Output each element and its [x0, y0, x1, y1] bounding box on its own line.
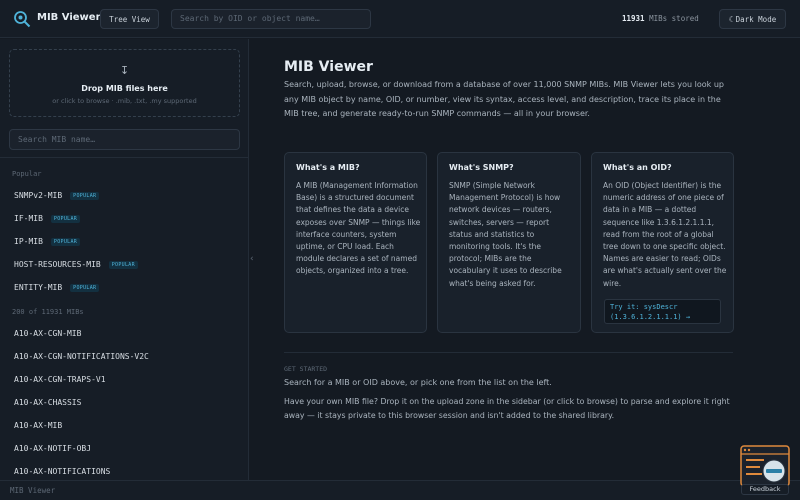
info-card-snmp: What's SNMP? SNMP (Simple Network Manage… [437, 152, 581, 333]
footer-text: MIB Viewer [10, 486, 56, 495]
tree-view-button[interactable]: Tree View [100, 9, 159, 29]
feedback-button[interactable]: Feedback [741, 484, 789, 495]
mib-count-suffix: MIBs stored [649, 14, 699, 23]
card-body: An OID (Object Identifier) is the numeri… [603, 181, 727, 288]
dark-mode-button[interactable]: ☾ Dark Mode [719, 9, 786, 29]
get-started-label: GET STARTED [284, 365, 328, 373]
mib-list-item[interactable]: A10-AX-CGN-NOTIFICATIONS-V2C [14, 352, 149, 361]
sidebar: ↧ Drop MIB files here or click to browse… [0, 39, 249, 480]
page-title: MIB Viewer [284, 59, 373, 75]
app-title: MIB Viewer [37, 12, 101, 23]
get-started-text: Search for a MIB or OID above, or pick o… [284, 378, 552, 387]
oid-search-input[interactable]: Search by OID or object name… [171, 9, 371, 29]
popular-label: Popular [12, 170, 42, 178]
popular-badge: POPULAR [50, 237, 81, 246]
popular-mib-item[interactable]: SNMPv2-MIB POPULAR [14, 191, 100, 200]
mib-name: IP-MIB [14, 237, 43, 246]
mib-list-item[interactable]: A10-AX-MIB [14, 421, 62, 430]
intro-text: Search, upload, browse, or download from… [284, 80, 725, 118]
popular-mib-item[interactable]: IF-MIB POPULAR [14, 214, 81, 223]
popular-mib-item[interactable]: HOST-RESOURCES-MIB POPULAR [14, 260, 138, 269]
mib-list-item[interactable]: A10-AX-CGN-MIB [14, 329, 81, 338]
card-body: A MIB (Management Information Base) is a… [296, 181, 421, 276]
popular-badge: POPULAR [70, 283, 100, 292]
divider [284, 352, 733, 353]
moon-icon: ☾ [728, 14, 734, 24]
popular-mib-item[interactable]: IP-MIB POPULAR [14, 237, 81, 246]
card-body: SNMP (Simple Network Management Protocol… [449, 181, 562, 288]
popular-badge: POPULAR [108, 260, 138, 269]
mib-list-item[interactable]: A10-AX-NOTIFICATIONS [14, 467, 110, 476]
upload-hint-text: Have your own MIB file? Drop it on the u… [284, 397, 730, 420]
card-heading: What's SNMP? [449, 163, 514, 172]
dropzone-subtitle: or click to browse · .mib, .txt, .my sup… [52, 97, 197, 105]
info-card-mib: What's a MIB? A MIB (Management Informat… [284, 152, 427, 333]
collapse-sidebar-icon[interactable]: ‹ [250, 254, 254, 264]
mib-list-item[interactable]: A10-AX-CGN-TRAPS-V1 [14, 375, 106, 384]
mib-list-item[interactable]: A10-AX-NOTIF-OBJ [14, 444, 91, 453]
try-line-2: (1.3.6.1.2.1.1.1) → [610, 313, 691, 321]
dark-mode-label: Dark Mode [735, 14, 777, 24]
divider [0, 157, 248, 158]
popular-badge: POPULAR [70, 191, 100, 200]
logo-magnifier-icon [14, 11, 31, 28]
popular-badge: POPULAR [50, 214, 81, 223]
mib-name: HOST-RESOURCES-MIB [14, 260, 101, 269]
info-card-oid: What's an OID? An OID (Object Identifier… [591, 152, 734, 333]
mib-list-count: 200 of 11931 MIBs [12, 308, 84, 316]
popular-mib-item[interactable]: ENTITY-MIB POPULAR [14, 283, 100, 292]
mib-name: ENTITY-MIB [14, 283, 63, 292]
download-arrow-icon: ↧ [119, 64, 130, 77]
try-line-1: Try it: sysDescr [610, 303, 678, 311]
mib-name: IF-MIB [14, 214, 43, 223]
footer: MIB Viewer [0, 480, 800, 500]
card-heading: What's a MIB? [296, 163, 360, 172]
mib-name: SNMPv2-MIB [14, 191, 63, 200]
upload-dropzone[interactable]: ↧ Drop MIB files here or click to browse… [9, 49, 240, 117]
top-bar: MIB Viewer Tree View Search by OID or ob… [0, 0, 800, 38]
try-sysdescr-button[interactable]: Try it: sysDescr (1.3.6.1.2.1.1.1) → [604, 299, 721, 324]
dropzone-title: Drop MIB files here [81, 84, 168, 93]
mib-count-value: 11931 [622, 14, 645, 23]
card-heading: What's an OID? [603, 163, 672, 172]
mib-list-item[interactable]: A10-AX-CHASSIS [14, 398, 81, 407]
mib-count: 11931 MIBs stored [622, 14, 699, 23]
mib-search-input[interactable]: Search MIB name… [9, 129, 240, 150]
